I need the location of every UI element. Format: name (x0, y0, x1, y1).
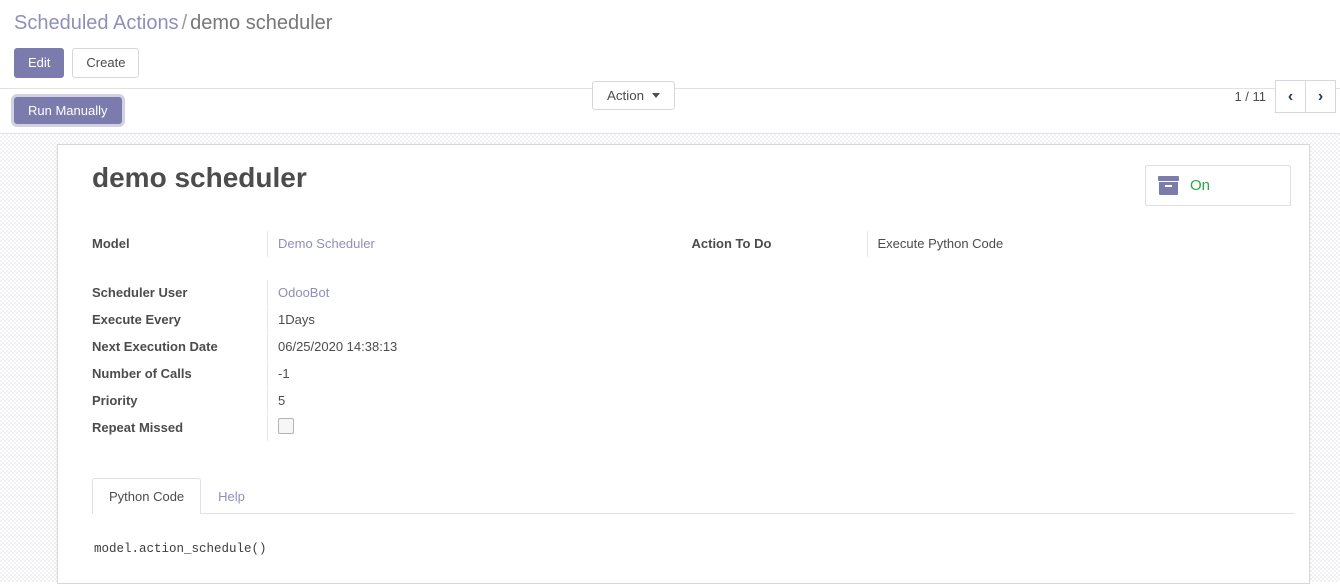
action-dropdown-label: Action (607, 88, 645, 103)
field-value-execute-every: 1Days (267, 307, 692, 333)
pager: 1 / 11 ‹ › (1234, 80, 1336, 113)
field-row-repeat-missed: Repeat Missed (92, 415, 692, 442)
field-label-model: Model (92, 236, 130, 251)
field-value-number-of-calls: -1 (267, 361, 692, 387)
form-group-right: Action To Do Execute Python Code (692, 231, 1292, 442)
control-panel-buttons: Edit Create Action 1 / 11 ‹ › (0, 40, 1340, 113)
field-row-model: Model Demo Scheduler (92, 231, 692, 258)
repeat-missed-checkbox[interactable] (278, 418, 294, 434)
field-value-scheduler-user[interactable]: OdooBot (267, 280, 692, 306)
active-status-label: On (1190, 177, 1211, 194)
field-row-next-execution-date: Next Execution Date 06/25/2020 14:38:13 (92, 334, 692, 361)
action-dropdown-button[interactable]: Action (592, 81, 676, 110)
field-label-repeat-missed: Repeat Missed (92, 420, 184, 435)
breadcrumb-separator: / (181, 12, 188, 34)
field-value-model[interactable]: Demo Scheduler (267, 231, 692, 257)
field-value-repeat-missed (267, 415, 692, 441)
pager-next-button[interactable]: › (1305, 80, 1336, 113)
field-value-action-to-do: Execute Python Code (866, 231, 1292, 257)
control-panel: Scheduled Actions / demo scheduler Edit Cr… (0, 0, 1340, 113)
page-title: demo scheduler (92, 162, 307, 193)
pager-value: 1 / 11 (1234, 89, 1266, 104)
pager-previous-button[interactable]: ‹ (1275, 80, 1306, 113)
chevron-down-icon (652, 93, 661, 98)
field-row-number-of-calls: Number of Calls -1 (92, 361, 692, 388)
python-code-editor[interactable]: model.action_schedule() (94, 540, 1293, 558)
form-group-left: Model Demo Scheduler Scheduler User Odoo… (92, 231, 692, 442)
tab-help[interactable]: Help (201, 478, 262, 514)
form-sheet: On demo scheduler Model Demo Scheduler S… (57, 144, 1310, 584)
active-toggle-button[interactable]: On (1145, 165, 1291, 206)
field-label-execute-every: Execute Every (92, 312, 181, 327)
field-label-priority: Priority (92, 393, 138, 408)
chevron-right-icon: › (1317, 87, 1324, 105)
field-label-action-to-do: Action To Do (691, 236, 772, 251)
breadcrumb-root-link[interactable]: Scheduled Actions (14, 12, 179, 34)
breadcrumb: Scheduled Actions / demo scheduler (0, 0, 1340, 40)
form-group-spacer (92, 258, 692, 280)
archive-icon (1158, 176, 1179, 195)
field-label-next-execution-date: Next Execution Date (92, 339, 218, 354)
form-view-background: On demo scheduler Model Demo Scheduler S… (0, 134, 1340, 584)
create-button[interactable]: Create (72, 47, 140, 79)
field-value-priority: 5 (267, 388, 692, 414)
chevron-left-icon: ‹ (1287, 87, 1294, 105)
field-row-priority: Priority 5 (92, 388, 692, 415)
notebook-tabs: Python Code Help (92, 478, 1295, 514)
field-label-number-of-calls: Number of Calls (92, 366, 192, 381)
field-row-execute-every: Execute Every 1Days (92, 307, 692, 334)
field-label-scheduler-user: Scheduler User (92, 285, 188, 300)
field-row-scheduler-user: Scheduler User OdooBot (92, 280, 692, 307)
edit-button[interactable]: Edit (14, 47, 65, 79)
field-row-action-to-do: Action To Do Execute Python Code (692, 231, 1292, 258)
form-groups: Model Demo Scheduler Scheduler User Odoo… (92, 231, 1291, 442)
notebook-pane-python-code: model.action_schedule() (92, 514, 1295, 568)
breadcrumb-current: demo scheduler (190, 12, 333, 34)
tab-python-code[interactable]: Python Code (92, 478, 202, 514)
action-menu-wrapper: Action (592, 81, 676, 110)
stat-button-box: On (1145, 165, 1291, 206)
field-value-next-execution-date: 06/25/2020 14:38:13 (267, 334, 692, 360)
notebook: Python Code Help model.action_schedule() (92, 478, 1295, 568)
run-manually-button[interactable]: Run Manually (14, 97, 122, 124)
